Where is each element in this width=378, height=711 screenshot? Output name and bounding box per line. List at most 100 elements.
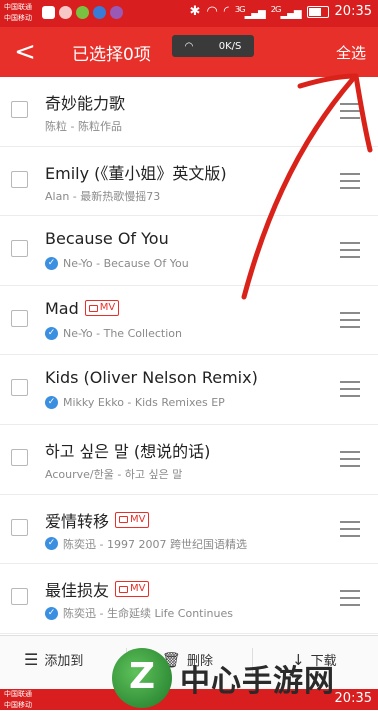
row-checkbox[interactable] <box>11 309 28 327</box>
clock: 20:35 <box>334 4 372 20</box>
song-row[interactable]: Mad MV ✓ Ne-Yo - The Collection <box>0 286 378 356</box>
song-title: 爱情转移 MV <box>45 508 150 532</box>
song-subtitle: ✓ 陈奕迅 - 1997 2007 跨世纪国语精选 <box>45 536 247 552</box>
app-6-icon <box>59 6 72 19</box>
selection-count-title: 已选择0项 <box>72 45 151 65</box>
row-checkbox[interactable] <box>11 101 28 118</box>
bluetooth-icon: ✱ <box>189 4 201 20</box>
mv-label: MV <box>130 513 146 525</box>
song-title: Because Of You <box>45 229 169 248</box>
add-to-playlist-icon: ☰ <box>24 650 39 669</box>
song-title: Mad MV <box>45 298 120 318</box>
song-title-text: 最佳损友 <box>45 581 110 601</box>
watermark-logo: Z <box>112 648 172 708</box>
song-row[interactable]: Kids (Oliver Nelson Remix) ✓ Mikky Ekko -… <box>0 355 378 425</box>
drag-handle-icon[interactable] <box>340 103 360 124</box>
add-to-button[interactable]: ☰ 添加到 <box>24 650 83 669</box>
song-title: 하고 싶은 말 (想说的话) <box>45 438 210 462</box>
song-row[interactable]: 最佳损友 MV ✓ 陈奕迅 - 生命延续 Life Continues <box>0 564 378 634</box>
song-subtitle-text: 陈奕迅 - 1997 2007 跨世纪国语精选 <box>63 537 247 551</box>
drag-handle-icon[interactable] <box>340 242 360 263</box>
drag-handle-icon[interactable] <box>340 381 360 402</box>
gallery-icon <box>42 6 55 19</box>
song-title: 奇妙能力歌 <box>45 90 125 114</box>
row-checkbox[interactable] <box>11 170 28 188</box>
verified-check-icon: ✓ <box>45 257 58 271</box>
network-type-2: 2G <box>270 4 282 14</box>
tv-icon <box>119 585 129 593</box>
song-row[interactable]: 奇妙能力歌 陈粒 - 陈粒作品 <box>0 77 378 147</box>
drag-handle-icon[interactable] <box>340 172 360 194</box>
drag-handle-icon[interactable] <box>340 450 360 472</box>
song-title-text: 하고 싶은 말 (想说的话) <box>45 441 211 461</box>
battery-icon <box>306 5 329 18</box>
carrier-1: 中国联通 <box>4 690 32 698</box>
mv-badge[interactable]: MV <box>84 300 120 317</box>
song-subtitle-text: Ne-Yo - The Collection <box>63 326 182 340</box>
mv-label: MV <box>130 583 146 595</box>
song-title-text: 奇妙能力歌 <box>45 94 126 113</box>
song-subtitle-text: 陈粒 - 陈粒作品 <box>45 120 122 133</box>
row-checkbox[interactable] <box>11 448 28 466</box>
app-green-icon <box>76 6 89 19</box>
wifi-icon: ◠ <box>184 40 194 52</box>
song-row[interactable]: Because Of You ✓ Ne-Yo - Because Of You <box>0 216 378 286</box>
app-blue-icon <box>93 6 106 19</box>
row-checkbox[interactable] <box>11 379 28 397</box>
drag-handle-icon[interactable] <box>340 520 360 542</box>
song-subtitle: 陈粒 - 陈粒作品 <box>45 118 122 134</box>
song-subtitle-text: Mikky Ekko - Kids Remixes EP <box>63 396 225 410</box>
tv-icon <box>119 516 129 524</box>
network-speed-indicator: ◠ 0K/S <box>172 35 254 57</box>
verified-check-icon: ✓ <box>45 537 58 551</box>
song-subtitle-text: Alan - 最新热歌慢摇73 <box>45 189 161 203</box>
notification-icons <box>42 6 123 19</box>
song-title: Emily (《董小姐》英文版) <box>45 160 227 184</box>
song-subtitle-text: 陈奕迅 - 生命延续 Life Continues <box>63 607 233 621</box>
song-title-text: Mad <box>45 298 79 318</box>
row-checkbox[interactable] <box>11 518 28 536</box>
song-subtitle: ✓ Mikky Ekko - Kids Remixes EP <box>45 396 225 410</box>
watermark: Z 中心手游网 <box>112 648 335 708</box>
drag-handle-icon[interactable] <box>340 311 360 333</box>
song-title-text: Kids (Oliver Nelson Remix) <box>45 368 258 388</box>
song-subtitle-text: Ne-Yo - Because Of You <box>63 257 189 271</box>
back-button[interactable]: < <box>12 37 38 67</box>
song-title-text: Because Of You <box>45 229 169 249</box>
mv-badge[interactable]: MV <box>115 581 150 598</box>
row-checkbox[interactable] <box>11 240 28 258</box>
carrier-2: 中国移动 <box>4 701 32 709</box>
signal-2-icon: 2G▂▄▆ <box>270 4 302 20</box>
song-subtitle-text: Acourve/한울 - 하고 싶은 말 <box>45 467 183 481</box>
drag-handle-icon[interactable] <box>340 590 360 611</box>
row-checkbox[interactable] <box>11 588 28 606</box>
song-subtitle: ✓ Ne-Yo - The Collection <box>45 326 182 340</box>
verified-check-icon: ✓ <box>45 326 58 340</box>
song-row[interactable]: Emily (《董小姐》英文版) Alan - 最新热歌慢摇73 <box>0 147 378 217</box>
wifi-icon: ◜ <box>223 4 229 20</box>
verified-check-icon: ✓ <box>45 396 58 410</box>
app-purple-icon <box>110 6 123 19</box>
song-subtitle: Acourve/한울 - 하고 싶은 말 <box>45 466 182 482</box>
select-all-button[interactable]: 全选 <box>336 42 366 63</box>
mv-badge[interactable]: MV <box>115 511 150 528</box>
verified-check-icon: ✓ <box>45 606 58 620</box>
song-list: 奇妙能力歌 陈粒 - 陈粒作品 Emily (《董小姐》英文版) Alan - … <box>0 77 378 634</box>
song-row[interactable]: 爱情转移 MV ✓ 陈奕迅 - 1997 2007 跨世纪国语精选 <box>0 495 378 565</box>
carrier-2: 中国移动 <box>4 14 32 22</box>
song-subtitle: ✓ 陈奕迅 - 生命延续 Life Continues <box>45 605 233 621</box>
mv-label: MV <box>99 302 116 314</box>
carrier-labels: 中国联通 中国移动 <box>4 2 32 24</box>
tv-icon <box>88 304 98 312</box>
network-type-1: 3G <box>234 4 246 14</box>
song-title-text: 爱情转移 <box>45 511 110 531</box>
song-row[interactable]: 하고 싶은 말 (想说的话) Acourve/한울 - 하고 싶은 말 <box>0 425 378 495</box>
add-to-label: 添加到 <box>44 654 84 669</box>
carrier-1: 中国联通 <box>4 3 32 11</box>
signal-1-icon: 3G▂▄▆ <box>234 4 266 20</box>
chevron-left-icon: < <box>14 37 36 67</box>
song-subtitle: ✓ Ne-Yo - Because Of You <box>45 257 189 271</box>
clock: 20:35 <box>334 691 372 706</box>
song-subtitle: Alan - 最新热歌慢摇73 <box>45 188 160 204</box>
status-indicators: ✱ ◠ ◜ 3G▂▄▆ 2G▂▄▆ 20:35 <box>190 4 372 19</box>
